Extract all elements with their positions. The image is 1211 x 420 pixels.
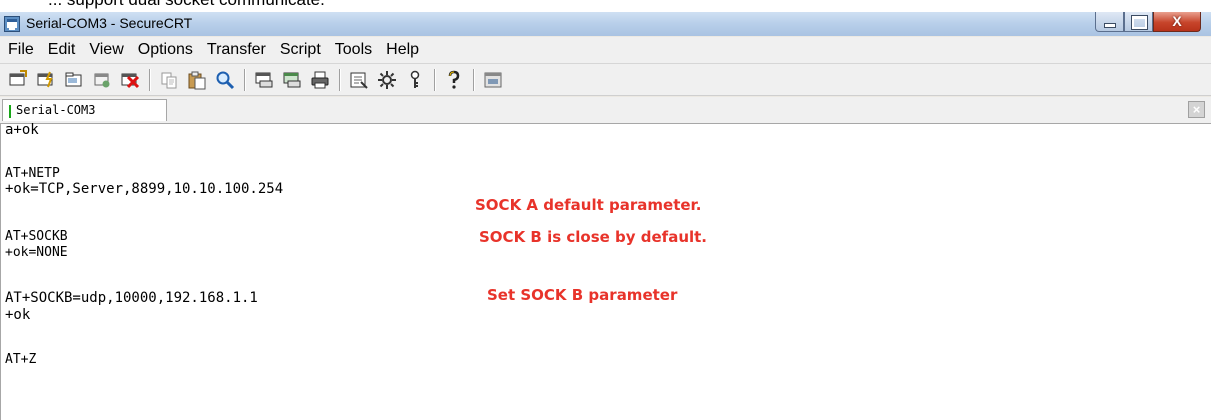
help-icon[interactable] — [443, 69, 465, 91]
print-icon[interactable] — [309, 69, 331, 91]
terminal-line: a+ok — [5, 122, 39, 138]
close-icon: X — [1172, 13, 1182, 29]
window-title: Serial-COM3 - SecureCRT — [26, 15, 193, 31]
tab-label: Serial-COM3 — [16, 103, 96, 117]
close-button[interactable]: X — [1153, 12, 1201, 32]
menu-tools[interactable]: Tools — [327, 41, 378, 59]
toolbar-separator — [244, 68, 245, 91]
securecrt-app-icon — [4, 16, 20, 32]
menu-edit[interactable]: Edit — [40, 41, 82, 59]
terminal-line: AT+SOCKB — [5, 229, 68, 244]
menu-help[interactable]: Help — [378, 41, 425, 59]
toolbar-separator — [434, 68, 435, 91]
connect-icon[interactable] — [7, 69, 29, 91]
terminal-line: +ok — [5, 307, 31, 323]
terminal-line: AT+Z — [5, 352, 37, 367]
minimize-button[interactable] — [1095, 12, 1124, 32]
maximize-icon — [1131, 15, 1148, 30]
maximize-button[interactable] — [1124, 12, 1153, 32]
close-tab-icon[interactable]: × — [1188, 101, 1205, 118]
annotation-sock-b-close: SOCK B is close by default. — [479, 228, 708, 246]
global-options-icon[interactable] — [376, 69, 398, 91]
terminal-line: AT+SOCKB=udp,10000,192.168.1.1 — [5, 290, 258, 306]
quick-connect-icon[interactable] — [35, 69, 57, 91]
terminal-line: AT+NETP — [5, 166, 60, 181]
sftp-icon[interactable] — [482, 69, 504, 91]
menu-view[interactable]: View — [81, 41, 129, 59]
menu-bar: File Edit View Options Transfer Script T… — [0, 37, 1211, 64]
copy-icon[interactable] — [158, 69, 180, 91]
terminal-line: +ok=TCP,Server,8899,10.10.100.254 — [5, 181, 284, 197]
menu-script[interactable]: Script — [272, 41, 327, 59]
find-icon[interactable] — [214, 69, 236, 91]
menu-options[interactable]: Options — [130, 41, 199, 59]
title-bar[interactable]: Serial-COM3 - SecureCRT X — [0, 12, 1211, 36]
connect-in-tab-icon[interactable] — [63, 69, 85, 91]
terminal-output[interactable]: a+ok AT+NETP +ok=TCP,Server,8899,10.10.1… — [0, 122, 1211, 420]
keymap-icon[interactable] — [404, 69, 426, 91]
reconnect-icon[interactable] — [91, 69, 113, 91]
minimize-icon — [1104, 23, 1116, 28]
print-selection-icon[interactable] — [281, 69, 303, 91]
securecrt-window: Serial-COM3 - SecureCRT X File Edit View… — [0, 12, 1211, 420]
toolbar-separator — [339, 68, 340, 91]
window-controls: X — [1095, 12, 1201, 32]
cropped-document-text: ... support dual socket communicate. — [0, 0, 1211, 12]
session-options-icon[interactable] — [348, 69, 370, 91]
toolbar — [0, 64, 1211, 96]
annotation-set-sock-b: Set SOCK B parameter — [487, 286, 678, 304]
terminal-line: +ok=NONE — [5, 245, 68, 260]
paste-icon[interactable] — [186, 69, 208, 91]
print-setup-icon[interactable] — [253, 69, 275, 91]
menu-file[interactable]: File — [0, 41, 40, 59]
toolbar-separator — [473, 68, 474, 91]
disconnect-icon[interactable] — [119, 69, 141, 91]
toolbar-separator — [149, 68, 150, 91]
annotation-sock-a: SOCK A default parameter. — [475, 196, 702, 214]
menu-transfer[interactable]: Transfer — [199, 41, 272, 59]
connected-status-indicator — [9, 105, 11, 118]
tab-serial-com3[interactable]: Serial-COM3 — [2, 99, 167, 121]
session-tab-bar: Serial-COM3 × — [0, 97, 1211, 123]
